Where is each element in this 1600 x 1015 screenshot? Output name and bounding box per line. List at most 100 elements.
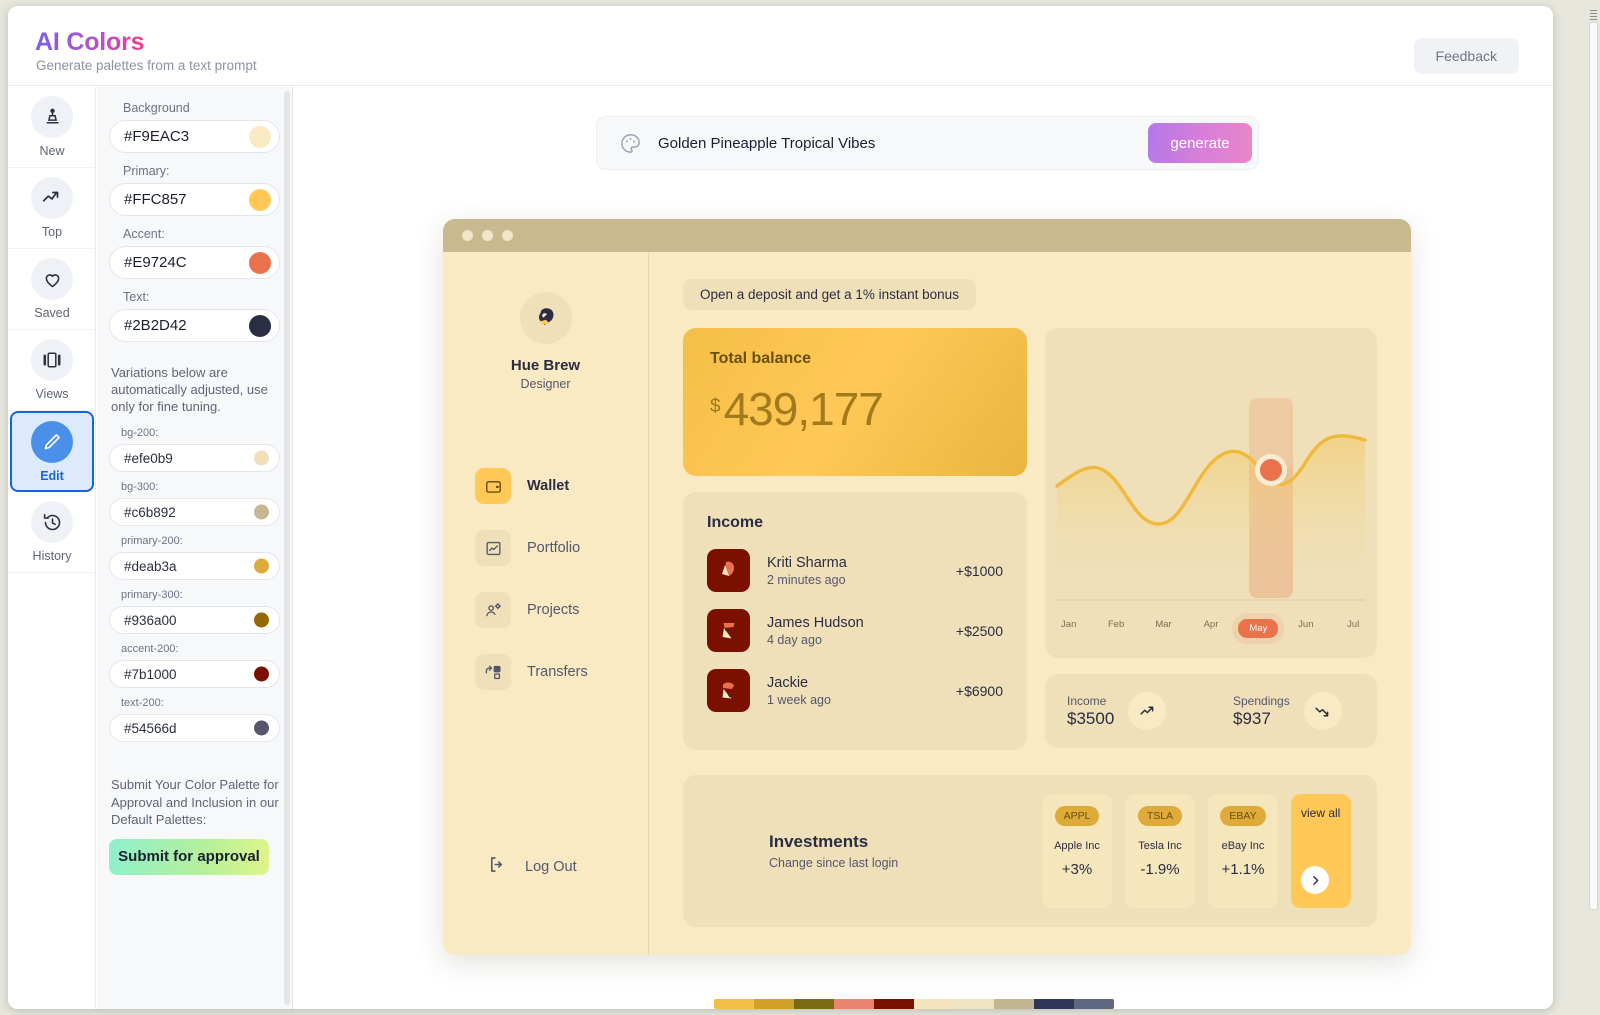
- page-scrollbar[interactable]: [1589, 10, 1598, 988]
- mock-nav-item-portfolio[interactable]: Portfolio: [475, 530, 648, 566]
- sidebar-item-label: History: [32, 549, 72, 563]
- field-label-accent-200: accent-200:: [121, 643, 179, 656]
- color-input-accent-200[interactable]: #7b1000: [109, 660, 280, 689]
- stat-spendings: Spendings $937: [1211, 692, 1377, 730]
- window-maximize-dot[interactable]: [502, 230, 513, 241]
- strip-swatch: [834, 999, 874, 1009]
- stat-label: Income: [1067, 693, 1107, 708]
- color-input-bg-200[interactable]: #efe0b9: [109, 444, 280, 473]
- heart-icon: [31, 258, 73, 300]
- hex-value: #c6b892: [124, 504, 176, 520]
- list-item[interactable]: James Hudson 4 day ago +$2500: [707, 609, 1003, 652]
- window-minimize-dot[interactable]: [482, 230, 493, 241]
- scrollbar-grip[interactable]: [1590, 10, 1597, 22]
- sidebar-item-history[interactable]: History: [8, 492, 96, 573]
- stock-card-ebay[interactable]: EBAY eBay Inc +1.1%: [1208, 794, 1278, 908]
- income-amount: +$2500: [955, 622, 1003, 639]
- mock-nav-item-projects[interactable]: Projects: [475, 592, 648, 628]
- submit-note: Submit Your Color Palette for Approval a…: [111, 777, 279, 827]
- color-input-text-200[interactable]: #54566d: [109, 714, 280, 743]
- income-info: Jackie 1 week ago: [767, 675, 956, 707]
- field-label-bg-200: bg-200:: [121, 427, 159, 440]
- color-input-primary[interactable]: #FFC857: [109, 183, 280, 216]
- sidebar-item-views[interactable]: Views: [8, 330, 96, 411]
- sidebar-item-label: Views: [35, 387, 69, 401]
- mock-nav-label: Projects: [527, 602, 580, 618]
- balance-trend-chart[interactable]: Jan Feb Mar Apr May Jun Jul: [1045, 328, 1377, 658]
- hex-value: #E9724C: [124, 254, 187, 271]
- color-dot[interactable]: [254, 612, 269, 628]
- color-dot[interactable]: [249, 188, 271, 211]
- color-input-bg-300[interactable]: #c6b892: [109, 498, 280, 527]
- color-dot[interactable]: [254, 504, 269, 520]
- field-label-primary: Primary:: [123, 164, 170, 178]
- avatar: [707, 669, 750, 712]
- window-close-dot[interactable]: [462, 230, 473, 241]
- color-input-primary-300[interactable]: #936a00: [109, 606, 280, 635]
- color-dot[interactable]: [254, 450, 269, 466]
- stock-card-appl[interactable]: APPL Apple Inc +3%: [1042, 794, 1112, 908]
- income-time: 2 minutes ago: [767, 572, 846, 587]
- carousel-icon: [31, 339, 73, 381]
- mock-nav-item-transfers[interactable]: Transfers: [475, 654, 648, 690]
- list-item[interactable]: Kriti Sharma 2 minutes ago +$1000: [707, 549, 1003, 592]
- logout-button[interactable]: Log Out: [487, 854, 577, 880]
- prompt-input[interactable]: Golden Pineapple Tropical Vibes: [658, 135, 1148, 152]
- generate-button[interactable]: generate: [1148, 123, 1252, 163]
- sidebar-item-top[interactable]: Top: [8, 168, 96, 249]
- color-dot[interactable]: [254, 666, 269, 682]
- chart-area-fill: [1057, 435, 1365, 600]
- sidebar-item-edit[interactable]: Edit: [10, 411, 94, 492]
- color-input-primary-200[interactable]: #deab3a: [109, 552, 280, 581]
- income-amount: +$1000: [955, 562, 1003, 579]
- chart-tick-label: Jan: [1061, 619, 1077, 630]
- sidebar-item-saved[interactable]: Saved: [8, 249, 96, 330]
- hex-value: #54566d: [124, 720, 177, 736]
- mock-nav-item-wallet[interactable]: Wallet: [475, 468, 648, 504]
- avatar: [707, 609, 750, 652]
- pencil-icon: [31, 420, 73, 463]
- hex-value: #7b1000: [124, 666, 177, 682]
- chart-tick-label: Apr: [1203, 619, 1219, 630]
- transfer-icon: [475, 654, 511, 690]
- income-info: James Hudson 4 day ago: [767, 615, 956, 647]
- stock-name: Tesla Inc: [1138, 840, 1182, 852]
- color-dot[interactable]: [249, 314, 271, 337]
- income-card: Income Kriti Sharma 2 minutes ago +$1000…: [683, 492, 1027, 750]
- strip-swatch: [874, 999, 914, 1009]
- color-dot[interactable]: [249, 251, 271, 274]
- color-input-text[interactable]: #2B2D42: [109, 309, 280, 342]
- stock-card-tsla[interactable]: TSLA Tesla Inc -1.9%: [1125, 794, 1195, 908]
- total-balance-card: Total balance $439,177: [683, 328, 1027, 476]
- color-input-background[interactable]: #F9EAC3: [109, 120, 280, 153]
- list-item[interactable]: Jackie 1 week ago +$6900: [707, 669, 1003, 712]
- app-window: AI Colors Generate palettes from a text …: [8, 6, 1553, 1009]
- view-all-button[interactable]: view all: [1291, 794, 1351, 908]
- palette-icon: [619, 132, 642, 155]
- color-dot[interactable]: [254, 720, 269, 736]
- sidebar-item-new[interactable]: New: [8, 87, 96, 168]
- page-title: AI Colors: [35, 28, 145, 56]
- color-dot[interactable]: [249, 125, 271, 148]
- scrollbar-thumb[interactable]: [1589, 22, 1598, 910]
- chart-tick-label-active[interactable]: May: [1235, 619, 1282, 638]
- investments-subtitle: Change since last login: [769, 856, 899, 870]
- profile-name: Hue Brew: [510, 357, 581, 374]
- trend-down-icon: [1303, 692, 1342, 730]
- feedback-button[interactable]: Feedback: [1413, 38, 1519, 74]
- chevron-right-icon[interactable]: [1301, 866, 1329, 894]
- balance-value: 439,177: [723, 383, 884, 435]
- logout-label: Log Out: [525, 859, 577, 875]
- stock-change: +1.1%: [1221, 861, 1265, 878]
- mock-nav-label: Wallet: [527, 478, 570, 494]
- deposit-banner[interactable]: Open a deposit and get a 1% instant bonu…: [683, 279, 976, 310]
- hex-value: #2B2D42: [124, 317, 187, 334]
- palette-panel-scrollbar[interactable]: [284, 91, 290, 1005]
- color-dot[interactable]: [254, 558, 269, 574]
- hex-value: #efe0b9: [124, 450, 173, 466]
- submit-for-approval-button[interactable]: Submit for approval: [109, 838, 269, 875]
- currency-symbol: $: [710, 396, 721, 417]
- mock-nav-label: Transfers: [527, 664, 588, 680]
- color-input-accent[interactable]: #E9724C: [109, 246, 280, 279]
- chart-tick-label: Mar: [1155, 619, 1172, 630]
